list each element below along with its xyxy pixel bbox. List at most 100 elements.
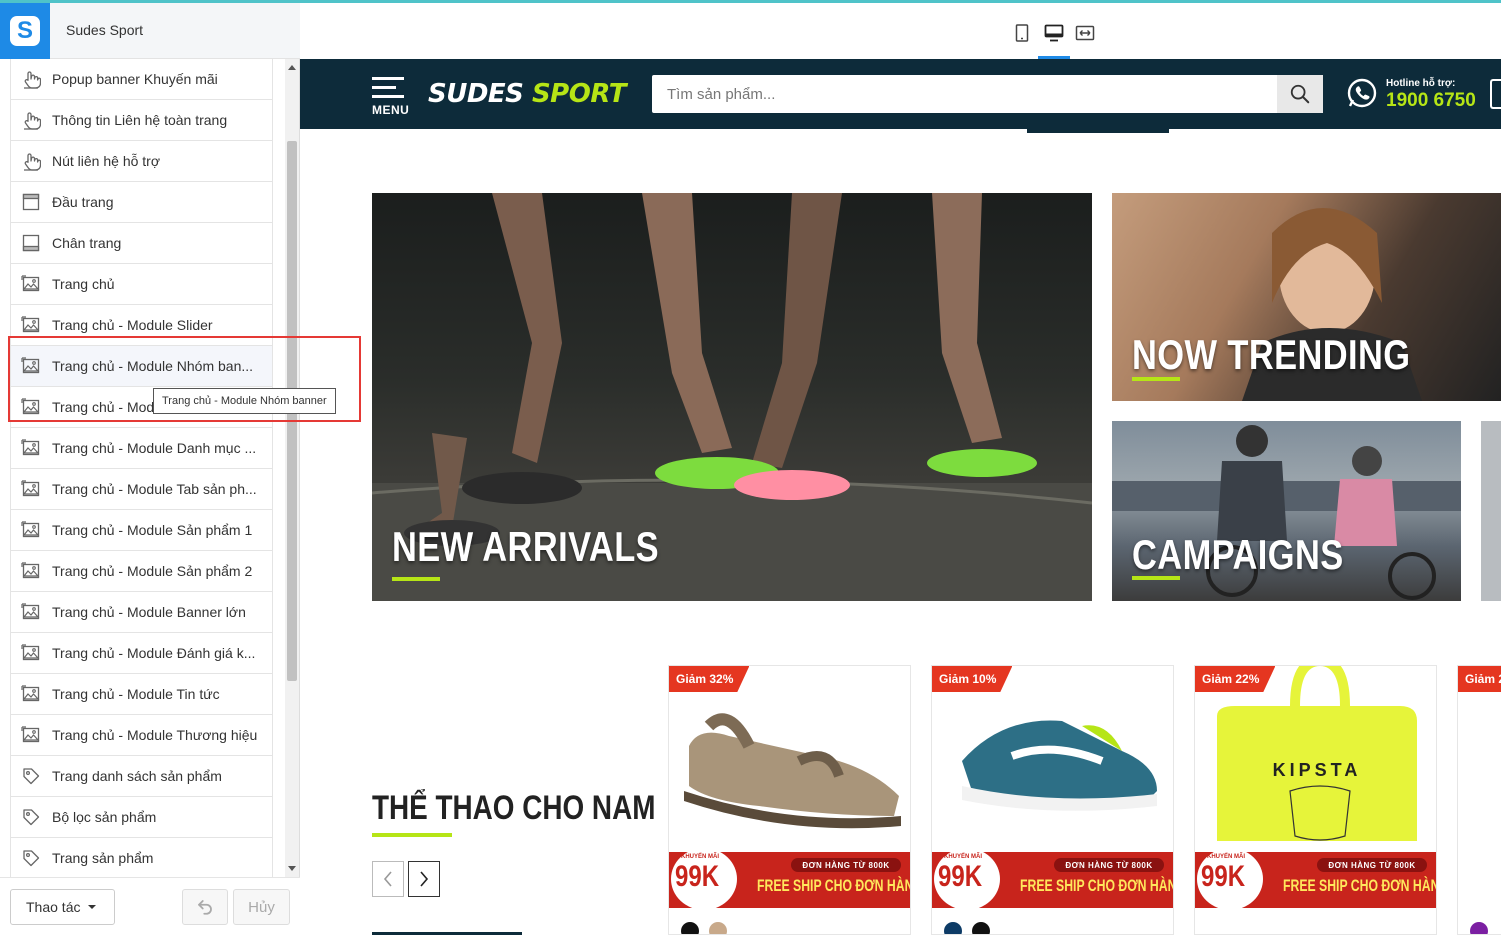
color-swatch[interactable] bbox=[972, 922, 990, 934]
sidebar-item-label: Thông tin Liên hệ toàn trang bbox=[52, 112, 228, 128]
sidebar-item-label: Trang chủ - Mod bbox=[52, 399, 155, 415]
product-card[interactable]: KIPSTA Giảm 22% KHUYẾN MÃI 99K ĐƠN HÀNG TỪ 8… bbox=[1194, 665, 1437, 935]
menu-button[interactable]: MENU bbox=[372, 77, 412, 117]
sidebar-item[interactable]: Đầu trang bbox=[10, 182, 273, 223]
image-template-icon bbox=[21, 480, 40, 497]
sidebar-item[interactable]: Trang chủ - Module Tab sản ph... bbox=[10, 469, 273, 510]
sidebar-item[interactable]: Trang danh sách sản phẩm bbox=[10, 756, 273, 797]
mobile-icon bbox=[1015, 24, 1029, 42]
actions-label: Thao tác bbox=[26, 899, 81, 915]
sidebar-item-label: Đầu trang bbox=[52, 194, 114, 210]
image-template-icon bbox=[21, 275, 40, 292]
carousel-prev-button[interactable] bbox=[372, 861, 404, 897]
sidebar-item-label: Trang chủ - Module Danh mục ... bbox=[52, 440, 257, 456]
color-swatch[interactable] bbox=[681, 922, 699, 934]
site-preview: MENU SUDES SPORT Hotline hỗ trợ: 1900 67… bbox=[300, 59, 1501, 935]
product-image bbox=[962, 720, 1157, 811]
banner-new-arrivals[interactable]: NEW ARRIVALS bbox=[372, 193, 1092, 601]
sidebar-item[interactable]: Trang chủ - Module Tin tức bbox=[10, 674, 273, 715]
sidebar-item-label: Trang chủ - Module Slider bbox=[52, 317, 213, 333]
svg-text:KIPSTA: KIPSTA bbox=[1273, 760, 1362, 780]
sidebar-item[interactable]: Trang chủ - Module Sản phẩm 2 bbox=[10, 551, 273, 592]
sidebar-item-label: Trang chủ - Module Tab sản ph... bbox=[52, 481, 257, 497]
promo-condition: ĐƠN HÀNG TỪ 800K bbox=[1317, 858, 1427, 872]
color-swatch[interactable] bbox=[944, 922, 962, 934]
site-logo[interactable]: SUDES SPORT bbox=[428, 79, 626, 109]
product-image bbox=[1458, 666, 1501, 852]
banner-accent-bar bbox=[392, 577, 440, 581]
sidebar-scrollbar[interactable] bbox=[285, 59, 299, 877]
discount-badge: Giảm 22% bbox=[1195, 666, 1276, 692]
image-template-icon bbox=[21, 644, 40, 661]
sidebar-item-label: Trang chủ bbox=[52, 276, 115, 292]
site-logo-part2: SPORT bbox=[523, 79, 626, 109]
device-toolbar bbox=[300, 3, 1501, 59]
header-tab-indicator bbox=[1027, 129, 1169, 133]
sidebar-item-label: Trang chủ - Module Thương hiệu bbox=[52, 727, 258, 743]
caret-down-icon bbox=[88, 905, 97, 909]
color-swatch[interactable] bbox=[709, 922, 727, 934]
sidebar-item[interactable]: Nút liên hệ hỗ trợ bbox=[10, 141, 273, 182]
sidebar-item[interactable]: Trang chủ - Module Slider bbox=[10, 305, 273, 346]
carousel-next-button[interactable] bbox=[408, 861, 440, 897]
color-swatch[interactable] bbox=[1470, 922, 1488, 934]
sidebar-item[interactable]: Trang chủ - Module Danh mục ... bbox=[10, 428, 273, 469]
fullwidth-view-button[interactable] bbox=[1074, 22, 1096, 44]
mobile-view-button[interactable] bbox=[1011, 22, 1033, 44]
product-image bbox=[684, 713, 901, 829]
banner-now-trending-caption: NOW TRENDING bbox=[1132, 331, 1411, 378]
sidebar-item[interactable]: Trang chủ - Module Sản phẩm 1 bbox=[10, 510, 273, 551]
sidebar-item[interactable]: Trang chủ - Module Banner lớn bbox=[10, 592, 273, 633]
scroll-up-icon[interactable] bbox=[288, 65, 296, 70]
banner-partial[interactable] bbox=[1481, 421, 1501, 601]
sidebar-item-label: Trang chủ - Module Banner lớn bbox=[52, 604, 246, 620]
sidebar-item[interactable]: Chân trang bbox=[10, 223, 273, 264]
promo-condition: ĐƠN HÀNG TỪ 800K bbox=[1054, 858, 1164, 872]
sidebar-item[interactable]: Trang chủ - Module Nhóm ban... bbox=[10, 346, 273, 387]
product-card[interactable]: Giảm 32% KHUYẾN MÃI 99K ĐƠN HÀNG TỪ 800K FRE… bbox=[668, 665, 911, 935]
promo-strip: KHUYẾN MÃI 99K ĐƠN HÀNG TỪ 800K FREE SHIP C… bbox=[1195, 848, 1436, 910]
sidebar-item-label: Trang chủ - Module Nhóm ban... bbox=[52, 358, 254, 374]
sidebar-item[interactable]: Trang sản phẩm bbox=[10, 838, 273, 877]
sidebar-item-label: Chân trang bbox=[52, 235, 122, 251]
theme-editor-sidebar: S Sudes Sport Popup banner Khuyến mãi Thô… bbox=[0, 3, 300, 935]
promo-price: 99K bbox=[938, 860, 983, 893]
app-logo[interactable]: S bbox=[0, 3, 50, 59]
section-title: THỂ THAO CHO NAM bbox=[372, 789, 656, 827]
page-footer-icon bbox=[22, 234, 40, 252]
undo-button[interactable] bbox=[182, 889, 228, 925]
chevron-left-icon bbox=[383, 871, 392, 887]
hotline-number[interactable]: 1900 6750 bbox=[1386, 90, 1476, 112]
sidebar-item[interactable]: Trang chủ - Module Thương hiệu bbox=[10, 715, 273, 756]
hamburger-line bbox=[372, 86, 396, 89]
product-card[interactable]: Giảm 2 bbox=[1457, 665, 1501, 935]
banner-new-arrivals-caption: NEW ARRIVALS bbox=[392, 523, 660, 570]
promo-price: 99K bbox=[1201, 860, 1246, 893]
banner-now-trending[interactable]: NOW TRENDING bbox=[1112, 193, 1501, 401]
actions-dropdown-button[interactable]: Thao tác bbox=[10, 889, 115, 925]
sidebar-footer: Thao tác Hủy bbox=[0, 877, 300, 935]
promo-strip: KHUYẾN MÃI 99K ĐƠN HÀNG TỪ 800K FREE SHIP C… bbox=[669, 848, 910, 910]
window-top-accent bbox=[0, 0, 1501, 3]
search-input[interactable] bbox=[652, 75, 1277, 113]
cancel-button[interactable]: Hủy bbox=[233, 889, 290, 925]
sidebar-item[interactable]: Thông tin Liên hệ toàn trang bbox=[10, 100, 273, 141]
sidebar-item[interactable]: Popup banner Khuyến mãi bbox=[10, 59, 273, 100]
undo-icon bbox=[198, 900, 212, 915]
sidebar-item-label: Popup banner Khuyến mãi bbox=[52, 71, 218, 87]
sidebar-item-label: Trang chủ - Module Đánh giá k... bbox=[52, 645, 256, 661]
image-template-icon bbox=[21, 521, 40, 538]
search-button[interactable] bbox=[1277, 75, 1323, 113]
sidebar-item[interactable]: Trang chủ bbox=[10, 264, 273, 305]
desktop-view-button[interactable] bbox=[1043, 22, 1065, 44]
pointer-hand-icon bbox=[24, 153, 41, 171]
menu-label: MENU bbox=[372, 103, 410, 117]
scroll-down-icon[interactable] bbox=[288, 866, 296, 871]
sidebar-item[interactable]: Trang chủ - Module Đánh giá k... bbox=[10, 633, 273, 674]
banner-campaigns[interactable]: CAMPAIGNS bbox=[1112, 421, 1461, 601]
color-swatches bbox=[681, 922, 727, 934]
product-card[interactable]: Giảm 10% KHUYẾN MÃI 99K ĐƠN HÀNG TỪ 800K FRE… bbox=[931, 665, 1174, 935]
cart-icon[interactable] bbox=[1490, 79, 1501, 109]
hamburger-icon bbox=[372, 77, 404, 80]
sidebar-item[interactable]: Bộ lọc sản phẩm bbox=[10, 797, 273, 838]
